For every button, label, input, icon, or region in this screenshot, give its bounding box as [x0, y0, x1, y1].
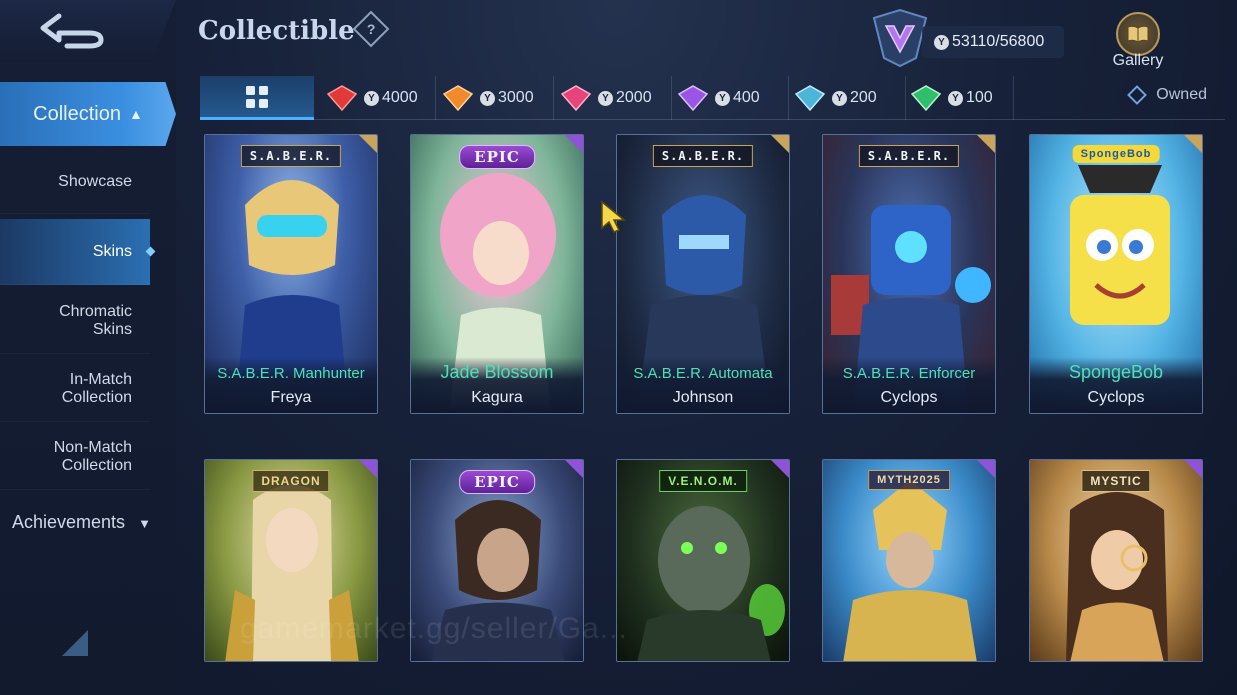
- skin-card-freya[interactable]: S.A.B.E.R. S.A.B.E.R. Manhunter Freya: [204, 134, 378, 414]
- filter-all-tab[interactable]: [200, 76, 314, 120]
- card-caption: S.A.B.E.R. Automata Johnson: [617, 357, 789, 413]
- coin-icon: Y: [715, 90, 730, 106]
- skin-card-johnson[interactable]: S.A.B.E.R. S.A.B.E.R. Automata Johnson: [616, 134, 790, 414]
- sidebar-item-in-match-collection[interactable]: In-Match Collection: [0, 356, 150, 422]
- series-badge: DRAGON: [252, 470, 330, 492]
- sidebar-item-showcase[interactable]: Showcase: [0, 150, 150, 214]
- pink-gem-icon: [560, 85, 592, 111]
- orange-gem-icon: [442, 85, 474, 111]
- filter-tab-3000[interactable]: Y 3000: [442, 76, 554, 120]
- sidebar-item-label: Non-Match Collection: [53, 438, 132, 474]
- gallery-label: Gallery: [1112, 52, 1164, 69]
- skin-name: S.A.B.E.R. Manhunter: [217, 365, 365, 382]
- coin-icon: Y: [480, 90, 495, 106]
- sidebar-item-chromatic-skins[interactable]: Chromatic Skins: [0, 288, 150, 354]
- hero-name: Cyclops: [880, 389, 938, 406]
- card-corner-ribbon: [770, 460, 789, 479]
- card-corner-ribbon: [358, 460, 377, 479]
- hero-name: Kagura: [471, 389, 523, 406]
- corner-decoration: [62, 630, 88, 656]
- chevron-down-icon: ▼: [138, 516, 151, 531]
- card-corner-ribbon: [1183, 135, 1202, 154]
- rarity-badge: EPIC: [459, 145, 535, 169]
- collection-points: Y 53110/56800: [922, 26, 1064, 58]
- filter-tab-400[interactable]: Y 400: [677, 76, 789, 120]
- skin-card-cyclops-enforcer[interactable]: S.A.B.E.R. S.A.B.E.R. Enforcer Cyclops: [822, 134, 996, 414]
- skin-name: S.A.B.E.R. Enforcer: [842, 365, 976, 382]
- coin-icon: Y: [934, 34, 949, 50]
- owned-filter-toggle[interactable]: Owned: [1127, 85, 1207, 105]
- achievements-label: Achievements: [12, 512, 126, 532]
- filter-tab-2000[interactable]: Y 2000: [560, 76, 672, 120]
- card-corner-ribbon: [976, 460, 995, 479]
- series-badge: S.A.B.E.R.: [858, 145, 960, 167]
- skin-card-mystic[interactable]: MYSTIC: [1029, 459, 1203, 662]
- blue-gem-icon: [794, 85, 826, 111]
- series-badge: SpongeBob: [1072, 145, 1160, 163]
- skin-card-myth2025[interactable]: MYTH2025: [822, 459, 996, 662]
- card-caption: SpongeBob Cyclops: [1030, 357, 1202, 413]
- page-title: Collectible: [198, 16, 355, 46]
- checkbox-diamond-icon: [1127, 85, 1148, 105]
- card-corner-ribbon: [1183, 460, 1202, 479]
- hero-name: Johnson: [672, 389, 734, 406]
- book-icon: [1116, 12, 1160, 56]
- mouse-cursor-icon: [601, 200, 626, 233]
- card-corner-ribbon: [770, 135, 789, 154]
- skin-artwork: [823, 460, 995, 661]
- sidebar: Collection ▲ Showcase Skins Chromatic Sk…: [0, 0, 176, 695]
- skin-card-venom[interactable]: V.E.N.O.M.: [616, 459, 790, 662]
- help-icon[interactable]: ?: [352, 10, 390, 48]
- back-arrow-icon: [40, 13, 104, 49]
- skin-name: Jade Blossom: [440, 362, 554, 382]
- collection-menu-toggle[interactable]: Collection ▲: [0, 82, 176, 146]
- coin-icon: Y: [948, 90, 963, 106]
- filter-tab-100[interactable]: Y 100: [910, 76, 1014, 120]
- sidebar-item-skins[interactable]: Skins: [0, 219, 150, 285]
- red-gem-icon: [326, 85, 358, 111]
- gallery-button[interactable]: Gallery: [1108, 12, 1168, 72]
- coin-icon: Y: [364, 90, 379, 106]
- watermark: gamemarket.gg/seller/Ga...: [240, 612, 628, 645]
- filter-tab-4000[interactable]: Y 4000: [326, 76, 436, 120]
- rarity-badge: EPIC: [459, 470, 535, 494]
- card-corner-ribbon: [358, 135, 377, 154]
- card-caption: S.A.B.E.R. Enforcer Cyclops: [823, 357, 995, 413]
- series-badge: V.E.N.O.M.: [659, 470, 747, 492]
- card-corner-ribbon: [564, 135, 583, 154]
- skin-name: S.A.B.E.R. Automata: [633, 365, 773, 382]
- series-badge: MYTH2025: [868, 470, 950, 490]
- chevron-up-icon: ▲: [128, 106, 143, 122]
- card-corner-ribbon: [976, 135, 995, 154]
- filter-tab-200[interactable]: Y 200: [794, 76, 906, 120]
- sidebar-item-label: Showcase: [58, 172, 132, 190]
- card-corner-ribbon: [564, 460, 583, 479]
- points-value: 53110/56800: [952, 33, 1045, 50]
- skin-card-kagura[interactable]: EPIC Jade Blossom Kagura: [410, 134, 584, 414]
- card-caption: Jade Blossom Kagura: [411, 357, 583, 413]
- sidebar-item-achievements[interactable]: Achievements ▼: [12, 512, 151, 533]
- rarity-filter-bar: Y 4000 Y 3000 Y 2000 Y 400 Y 200 Y 100 Owned: [200, 76, 1225, 120]
- series-badge: MYSTIC: [1081, 470, 1151, 492]
- hero-name: Freya: [270, 389, 312, 406]
- series-badge: S.A.B.E.R.: [240, 145, 342, 167]
- owned-label: Owned: [1156, 86, 1207, 103]
- skin-name: SpongeBob: [1068, 362, 1164, 382]
- green-gem-icon: [910, 85, 942, 111]
- hero-name: Cyclops: [1087, 389, 1145, 406]
- back-button[interactable]: [0, 0, 176, 62]
- coin-icon: Y: [832, 90, 847, 106]
- series-badge: S.A.B.E.R.: [652, 145, 754, 167]
- sidebar-item-non-match-collection[interactable]: Non-Match Collection: [0, 424, 150, 490]
- skin-card-cyclops-spongebob[interactable]: SpongeBob SpongeBob Cyclops: [1029, 134, 1203, 414]
- sidebar-item-label: In-Match Collection: [61, 370, 132, 406]
- purple-gem-icon: [677, 85, 709, 111]
- grid-icon: [246, 85, 268, 108]
- coin-icon: Y: [598, 90, 613, 106]
- collection-label: Collection: [33, 102, 121, 125]
- sidebar-item-label: Skins: [92, 242, 132, 260]
- sidebar-item-label: Chromatic Skins: [59, 302, 132, 338]
- card-caption: S.A.B.E.R. Manhunter Freya: [205, 357, 377, 413]
